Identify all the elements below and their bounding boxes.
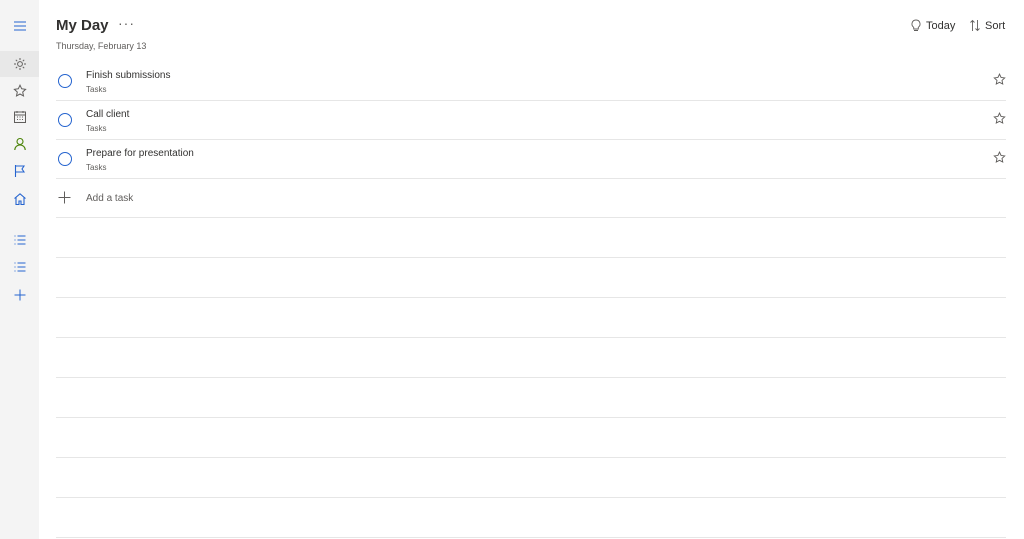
- hamburger-menu-icon[interactable]: [0, 13, 39, 39]
- star-icon[interactable]: [993, 73, 1006, 86]
- today-button[interactable]: Today: [910, 19, 955, 32]
- divider: [56, 338, 1006, 378]
- star-icon[interactable]: [0, 78, 39, 104]
- task-title: Prepare for presentation: [86, 148, 194, 159]
- empty-list-lines: [56, 218, 1006, 538]
- sort-button[interactable]: Sort: [969, 19, 1005, 32]
- person-icon[interactable]: [0, 131, 39, 157]
- divider: [56, 298, 1006, 338]
- task-list-name: Tasks: [86, 85, 107, 94]
- main-panel: My Day ··· Thursday, February 13 Today S…: [39, 0, 1024, 539]
- complete-checkbox[interactable]: [58, 152, 72, 166]
- divider: [56, 258, 1006, 298]
- list-icon[interactable]: [0, 227, 39, 253]
- complete-checkbox[interactable]: [58, 74, 72, 88]
- left-rail: [0, 0, 39, 539]
- add-task-placeholder: Add a task: [86, 193, 134, 204]
- task-list-name: Tasks: [86, 163, 107, 172]
- calendar-icon[interactable]: [0, 104, 39, 130]
- page-title: My Day: [56, 17, 109, 34]
- today-label: Today: [926, 19, 956, 32]
- divider: [56, 458, 1006, 498]
- task-title: Finish submissions: [86, 70, 171, 81]
- date-label: Thursday, February 13: [56, 41, 147, 51]
- sort-label: Sort: [985, 19, 1006, 32]
- lightbulb-icon: [911, 19, 921, 31]
- task-list: Finish submissions Tasks Call client Tas…: [56, 62, 1006, 218]
- more-options-button[interactable]: ···: [118, 15, 135, 31]
- star-icon[interactable]: [993, 112, 1006, 125]
- task-title: Call client: [86, 109, 130, 120]
- plus-icon: [58, 191, 71, 204]
- task-list-name: Tasks: [86, 124, 107, 133]
- home-icon[interactable]: [0, 186, 39, 212]
- task-item[interactable]: Call client Tasks: [56, 101, 1006, 140]
- complete-checkbox[interactable]: [58, 113, 72, 127]
- sort-icon: [970, 19, 980, 32]
- divider: [56, 418, 1006, 458]
- star-icon[interactable]: [993, 151, 1006, 164]
- task-item[interactable]: Finish submissions Tasks: [56, 62, 1006, 101]
- flag-icon[interactable]: [0, 158, 39, 184]
- divider: [56, 378, 1006, 418]
- divider: [56, 498, 1006, 538]
- divider: [56, 218, 1006, 258]
- plus-icon[interactable]: [0, 282, 39, 308]
- list-icon[interactable]: [0, 254, 39, 280]
- task-item[interactable]: Prepare for presentation Tasks: [56, 140, 1006, 179]
- sun-icon[interactable]: [0, 51, 39, 77]
- add-task-input[interactable]: Add a task: [56, 179, 1006, 218]
